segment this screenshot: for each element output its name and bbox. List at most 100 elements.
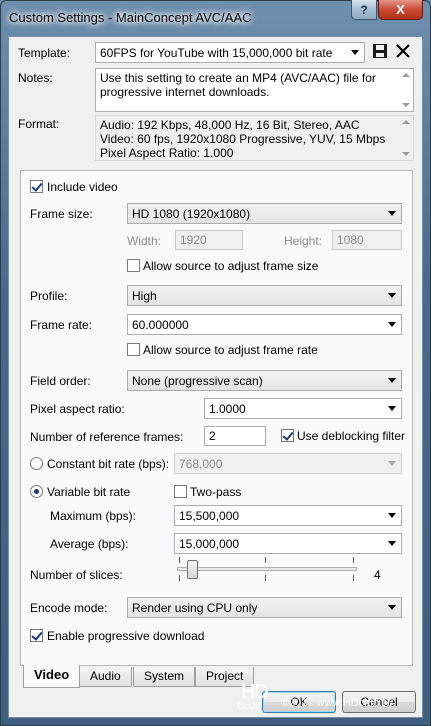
settings-tabstrip: Video Audio System Project — [20, 665, 413, 689]
height-input[interactable]: 1080 — [332, 230, 402, 250]
include-video-checkbox[interactable] — [30, 180, 43, 193]
slices-slider[interactable] — [177, 557, 357, 581]
encode-mode-dropdown[interactable]: Render using CPU only — [127, 597, 402, 618]
allow-frame-size-checkbox[interactable] — [127, 259, 140, 272]
max-bitrate-value: 15,500,000 — [179, 509, 240, 523]
tab-audio[interactable]: Audio — [79, 667, 132, 687]
field-order-value: None (progressive scan) — [132, 374, 263, 388]
chevron-down-icon — [388, 461, 396, 466]
template-dropdown[interactable]: 60FPS for YouTube with 15,000,000 bit ra… — [95, 42, 365, 63]
watermark-text: ©2017 www.HDclub.tw — [281, 697, 394, 709]
cbr-combobox[interactable]: 768,000 — [174, 453, 402, 474]
chevron-down-icon — [351, 50, 359, 55]
max-bitrate-label: Maximum (bps): — [50, 509, 137, 523]
format-par-line: Pixel Aspect Ratio: 1.000 — [100, 146, 234, 160]
avg-bitrate-combobox[interactable]: 15,000,000 — [174, 533, 402, 554]
allow-frame-rate-label: Allow source to adjust frame rate — [143, 343, 318, 357]
frame-size-label: Frame size: — [30, 207, 93, 221]
video-settings-panel: Include video Frame size: HD 1080 (1920x… — [20, 170, 413, 666]
chevron-down-icon — [388, 406, 396, 411]
slider-tick — [353, 557, 354, 563]
progressive-download-checkbox[interactable] — [30, 629, 43, 642]
format-video-line: Video: 60 fps, 1920x1080 Progressive, YU… — [100, 132, 386, 146]
help-button[interactable]: ? — [351, 0, 377, 20]
frame-rate-value: 60.000000 — [132, 318, 189, 332]
chevron-down-icon — [388, 378, 396, 383]
slider-tick — [265, 557, 266, 563]
profile-dropdown[interactable]: High — [127, 285, 402, 306]
width-input[interactable]: 1920 — [175, 230, 243, 250]
avg-bitrate-label: Average (bps): — [50, 537, 129, 551]
profile-value: High — [132, 289, 157, 303]
frame-rate-combobox[interactable]: 60.000000 — [127, 314, 402, 335]
pixel-aspect-value: 1.0000 — [209, 402, 246, 416]
slider-thumb[interactable] — [187, 560, 198, 579]
slider-tick — [353, 575, 354, 581]
scroll-down-icon[interactable] — [402, 152, 410, 156]
vbr-radio[interactable] — [30, 485, 43, 498]
field-order-label: Field order: — [30, 374, 91, 388]
two-pass-checkbox[interactable] — [174, 485, 187, 498]
close-button[interactable]: X — [378, 0, 423, 20]
notes-label: Notes: — [18, 71, 53, 85]
max-bitrate-combobox[interactable]: 15,500,000 — [174, 505, 402, 526]
slices-value: 4 — [374, 568, 381, 582]
chevron-down-icon — [388, 513, 396, 518]
tab-system[interactable]: System — [133, 667, 196, 687]
scroll-up-icon[interactable] — [402, 73, 410, 77]
avg-bitrate-value: 15,000,000 — [179, 537, 240, 551]
format-scrollbar[interactable] — [399, 116, 413, 160]
format-summary: Audio: 192 Kbps, 48,000 Hz, 16 Bit, Ster… — [95, 115, 414, 161]
frame-size-value: HD 1080 (1920x1080) — [132, 207, 251, 221]
deblocking-label: Use deblocking filter — [297, 429, 406, 443]
window-title: Custom Settings - MainConcept AVC/AAC — [9, 10, 252, 25]
cbr-radio[interactable] — [30, 457, 43, 470]
encode-mode-value: Render using CPU only — [132, 601, 258, 615]
save-template-icon[interactable] — [372, 43, 388, 59]
ref-frames-value: 2 — [209, 429, 216, 443]
width-label: Width: — [127, 234, 162, 248]
slider-tick — [179, 557, 180, 563]
template-value: 60FPS for YouTube with 15,000,000 bit ra… — [100, 46, 333, 60]
cbr-label: Constant bit rate (bps): — [47, 457, 170, 471]
format-audio-line: Audio: 192 Kbps, 48,000 Hz, 16 Bit, Ster… — [100, 118, 360, 132]
allow-frame-size-label: Allow source to adjust frame size — [143, 259, 319, 273]
frame-size-dropdown[interactable]: HD 1080 (1920x1080) — [127, 203, 402, 224]
chevron-down-icon — [388, 322, 396, 327]
title-bar[interactable]: Custom Settings - MainConcept AVC/AAC ? … — [0, 0, 431, 36]
notes-textarea[interactable]: Use this setting to create an MP4 (AVC/A… — [95, 68, 414, 112]
template-label: Template: — [18, 46, 71, 60]
cbr-value: 768,000 — [179, 457, 223, 471]
ref-frames-input[interactable]: 2 — [204, 426, 266, 446]
profile-label: Profile: — [30, 289, 68, 303]
allow-frame-rate-checkbox[interactable] — [127, 343, 140, 356]
format-label: Format: — [18, 117, 60, 131]
deblocking-checkbox[interactable] — [281, 429, 294, 442]
watermark-logo-club: CLUB — [237, 701, 262, 711]
two-pass-label: Two-pass — [190, 485, 242, 499]
slices-label: Number of slices: — [30, 568, 123, 582]
slider-tick — [265, 575, 266, 581]
scroll-down-icon[interactable] — [402, 103, 410, 107]
slider-tick — [179, 575, 180, 581]
frame-rate-label: Frame rate: — [30, 318, 93, 332]
tab-video[interactable]: Video — [23, 665, 81, 688]
watermark-logo: HD CLUB — [235, 681, 287, 713]
progressive-download-label: Enable progressive download — [47, 629, 205, 643]
chevron-down-icon — [388, 211, 396, 216]
notes-text: Use this setting to create an MP4 (AVC/A… — [100, 71, 376, 99]
width-value: 1920 — [180, 233, 207, 247]
dialog-client-area: Template: 60FPS for YouTube with 15,000,… — [8, 36, 423, 718]
vbr-label: Variable bit rate — [47, 485, 131, 499]
height-value: 1080 — [337, 233, 364, 247]
pixel-aspect-label: Pixel aspect ratio: — [30, 402, 125, 416]
pixel-aspect-combobox[interactable]: 1.0000 — [204, 398, 402, 419]
notes-scrollbar[interactable] — [399, 69, 413, 111]
delete-template-icon[interactable] — [395, 43, 411, 59]
field-order-dropdown[interactable]: None (progressive scan) — [127, 370, 402, 391]
chevron-down-icon — [388, 293, 396, 298]
height-label: Height: — [284, 234, 323, 248]
scroll-up-icon[interactable] — [402, 120, 410, 124]
include-video-label: Include video — [47, 180, 118, 194]
encode-mode-label: Encode mode: — [30, 601, 108, 615]
